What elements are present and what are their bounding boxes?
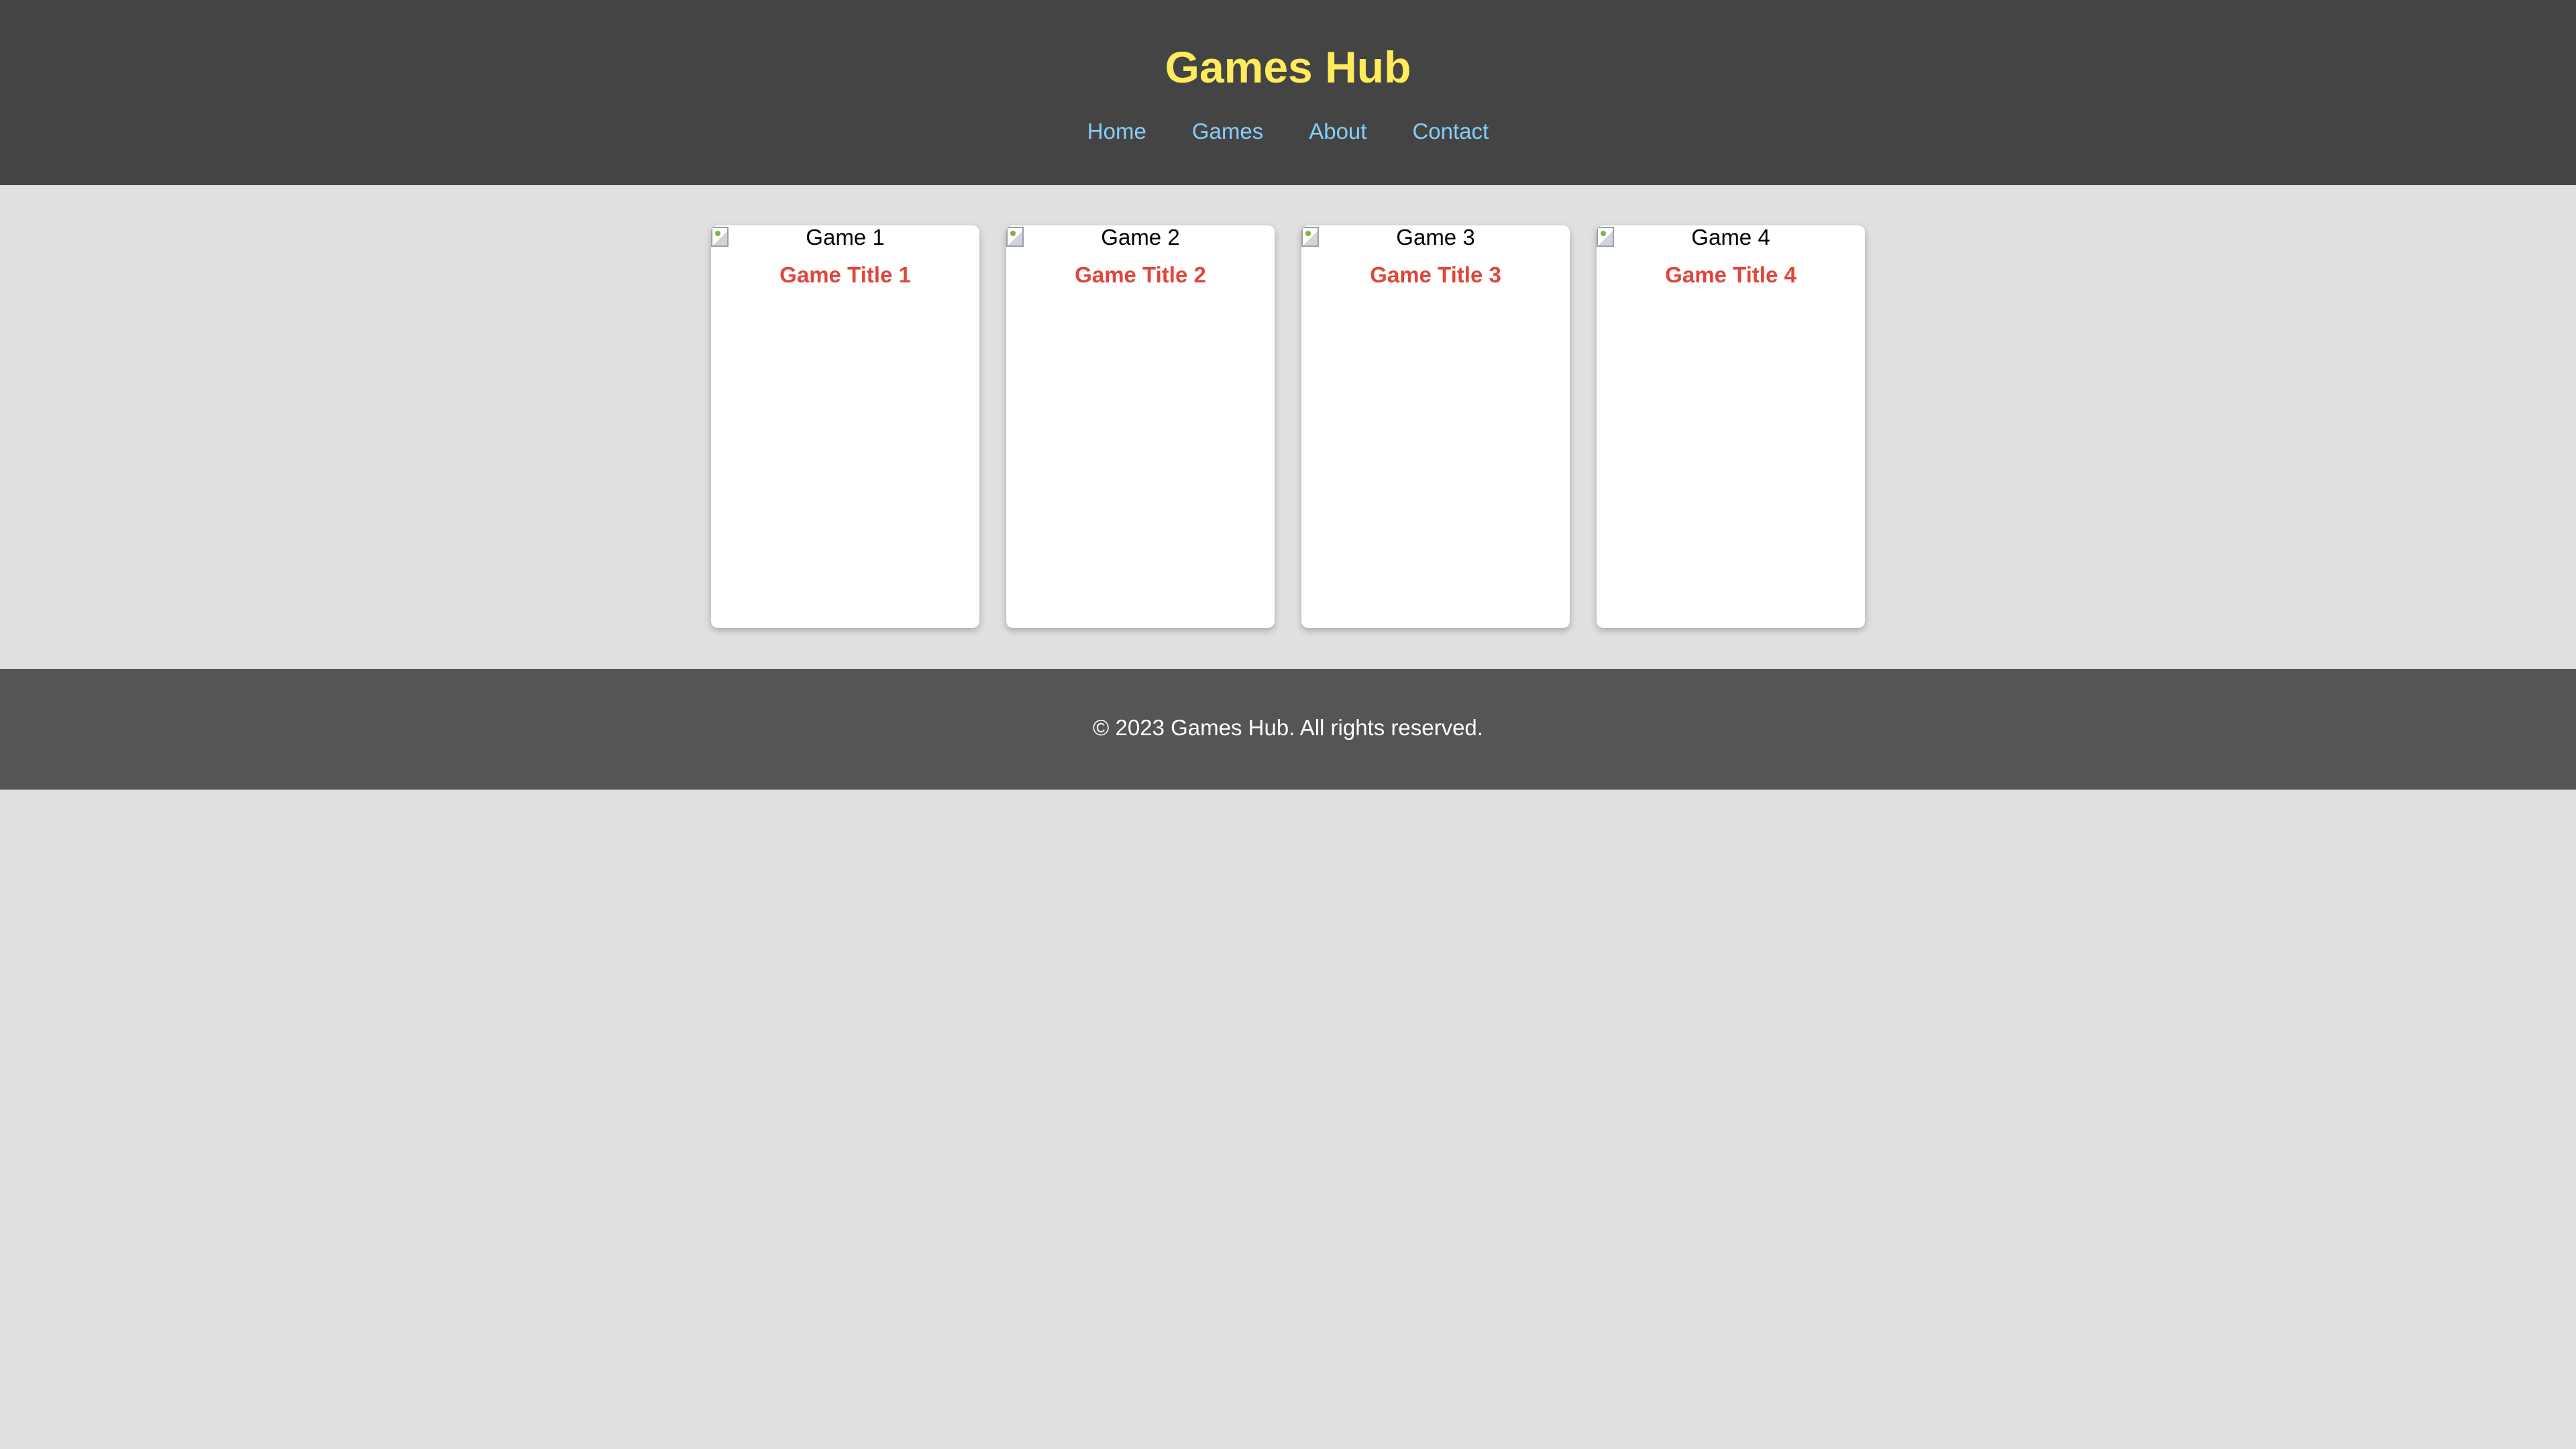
site-title: Games Hub xyxy=(1165,42,1411,92)
game-card-3[interactable]: Game 3 Game Title 3 xyxy=(1301,225,1570,628)
game-image: Game 1 xyxy=(711,225,979,250)
game-image-alt: Game 2 xyxy=(1101,225,1180,250)
game-title: Game Title 4 xyxy=(1665,262,1796,287)
broken-image-icon xyxy=(1006,227,1024,247)
game-title: Game Title 3 xyxy=(1370,262,1501,287)
main-nav: Home Games About Contact xyxy=(0,118,2576,145)
broken-image-icon xyxy=(711,227,729,247)
game-card-grid: Game 1 Game Title 1 Game 2 Game Title 2 … xyxy=(0,225,2576,628)
broken-image-icon xyxy=(1301,227,1319,247)
copyright-text: © 2023 Games Hub. All rights reserved. xyxy=(1093,715,1483,740)
game-card-1[interactable]: Game 1 Game Title 1 xyxy=(711,225,979,628)
site-header: Games Hub Home Games About Contact xyxy=(0,0,2576,185)
game-card-2[interactable]: Game 2 Game Title 2 xyxy=(1006,225,1275,628)
game-title: Game Title 2 xyxy=(1075,262,1206,287)
nav-link-home[interactable]: Home xyxy=(1087,118,1146,145)
game-card-4[interactable]: Game 4 Game Title 4 xyxy=(1597,225,1865,628)
game-image: Game 2 xyxy=(1006,225,1275,250)
site-footer: © 2023 Games Hub. All rights reserved. xyxy=(0,669,2576,790)
game-image-alt: Game 3 xyxy=(1396,225,1475,250)
game-image: Game 3 xyxy=(1301,225,1570,250)
main-content: Game 1 Game Title 1 Game 2 Game Title 2 … xyxy=(0,185,2576,669)
broken-image-icon xyxy=(1597,227,1614,247)
nav-link-games[interactable]: Games xyxy=(1192,118,1263,145)
nav-link-about[interactable]: About xyxy=(1309,118,1366,145)
game-title: Game Title 1 xyxy=(780,262,911,287)
nav-link-contact[interactable]: Contact xyxy=(1412,118,1489,145)
game-image: Game 4 xyxy=(1597,225,1865,250)
game-image-alt: Game 4 xyxy=(1691,225,1770,250)
game-image-alt: Game 1 xyxy=(806,225,885,250)
